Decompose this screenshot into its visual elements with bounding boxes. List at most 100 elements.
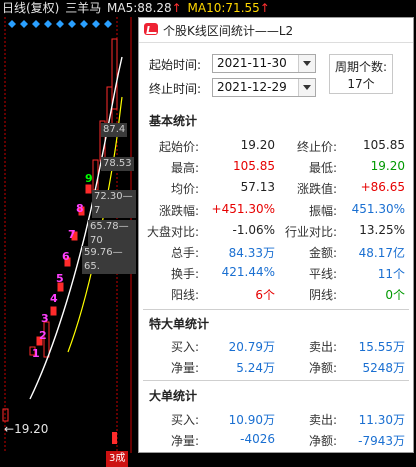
divider — [143, 380, 409, 381]
stat-label: 起始价: — [158, 140, 199, 154]
stat-label: 最低: — [308, 161, 337, 176]
basic-stats-title: 基本统计 — [149, 114, 198, 128]
stat-label: 总手: — [170, 246, 199, 260]
stat-label: 平线: — [308, 267, 337, 282]
day-number: 9 — [85, 172, 93, 185]
ma10-arrow: ↑ — [259, 1, 270, 15]
stat-value: 10.90万 — [228, 413, 275, 427]
event-marker[interactable] — [104, 20, 112, 28]
price-label: 78.53 — [101, 157, 134, 171]
stat-label: 涨跌值: — [296, 182, 337, 197]
end-date-select[interactable]: 2021-12-29 — [212, 78, 316, 97]
day-number: 6 — [62, 250, 70, 263]
dialog-title: 个股K线区间统计——L2 — [163, 24, 294, 38]
event-marker[interactable] — [80, 20, 88, 28]
kline-chart[interactable]: 1 2 3 4 5 6 7 8 9 87.4 78.53 72.30—7 65.… — [0, 17, 136, 467]
stat-value: 48.17亿 — [358, 246, 405, 260]
event-marker[interactable] — [44, 20, 52, 28]
day-number: 8 — [76, 202, 84, 215]
stat-label: 阳线: — [170, 288, 199, 303]
stat-value: 6个 — [255, 288, 275, 303]
day-number: 2 — [39, 329, 47, 342]
start-date-select[interactable]: 2021-11-30 — [212, 54, 316, 73]
stat-value: 451.30% — [351, 201, 405, 216]
candle[interactable] — [50, 306, 57, 316]
low-price-label: ←19.20 — [4, 422, 49, 436]
ma5-label: MA5: — [107, 1, 138, 15]
chevron-down-icon[interactable] — [298, 55, 315, 72]
stat-value: 19.20 — [370, 159, 405, 174]
stat-label: 卖出: — [308, 413, 337, 427]
chart-type-label[interactable]: 日线(复权) — [2, 1, 59, 15]
chevron-down-icon[interactable] — [298, 79, 315, 96]
stat-value: 19.20 — [240, 138, 275, 152]
day-number: 5 — [56, 272, 64, 285]
event-marker[interactable] — [92, 20, 100, 28]
stat-label: 净量: — [170, 434, 199, 448]
range-stats-dialog: 个股K线区间统计——L2 起始时间: 2021-11-30 终止时间: 2021… — [138, 17, 414, 453]
arrow-left-icon: ← — [4, 422, 15, 436]
stat-value: -1.06% — [232, 222, 275, 237]
stat-value: 15.55万 — [358, 340, 405, 354]
period-count-label: 周期个数: — [334, 60, 388, 74]
stat-label: 阴线: — [308, 288, 337, 303]
stat-value: 11个 — [377, 267, 405, 282]
stock-name: 三羊马 — [65, 1, 102, 15]
special-order-title: 特大单统计 — [149, 317, 210, 331]
stat-label: 均价: — [170, 182, 199, 197]
price-label: 72.30—7 — [92, 190, 136, 218]
price-label: 87.4 — [101, 123, 128, 137]
price-label: 59.76—65. — [82, 246, 136, 274]
stat-value: 105.85 — [233, 159, 275, 174]
large-order-title: 大单统计 — [149, 389, 198, 403]
stat-label: 净额: — [308, 434, 337, 448]
dialog-titlebar[interactable]: 个股K线区间统计——L2 — [139, 18, 413, 43]
end-time-label: 终止时间: — [149, 82, 202, 96]
candle[interactable] — [85, 184, 92, 194]
stat-label: 买入: — [170, 413, 199, 427]
stat-value: 5248万 — [362, 361, 405, 375]
ma10-value: 71.55 — [225, 1, 260, 15]
stat-label: 买入: — [170, 340, 199, 354]
ma10-label: MA10: — [187, 1, 226, 15]
start-time-label: 起始时间: — [149, 58, 202, 72]
ma5-arrow: ↑ — [171, 1, 182, 15]
stat-value: -4026 — [240, 432, 275, 446]
candle[interactable] — [112, 432, 117, 444]
stat-label: 卖出: — [308, 340, 337, 354]
stat-value: 57.13 — [240, 180, 275, 195]
stat-value: 5.24万 — [236, 361, 275, 375]
stat-value: -7943万 — [358, 434, 405, 448]
stat-value: 105.85 — [363, 138, 405, 152]
event-marker[interactable] — [8, 20, 16, 28]
stat-label: 涨跌幅: — [158, 203, 199, 218]
stat-label: 净额: — [308, 361, 337, 375]
stat-value: 84.33万 — [228, 246, 275, 260]
stat-value: 421.44% — [221, 265, 275, 280]
stat-value: 20.79万 — [228, 340, 275, 354]
event-marker[interactable] — [68, 20, 76, 28]
event-marker[interactable] — [32, 20, 40, 28]
ma5-value: 88.28 — [137, 1, 172, 15]
stat-value: 11.30万 — [358, 413, 405, 427]
day-number: 1 — [32, 347, 40, 360]
price-label: 65.78—70 — [88, 220, 136, 248]
stat-label: 换手: — [170, 267, 199, 282]
event-marker[interactable] — [56, 20, 64, 28]
bottom-tag[interactable]: 3成 — [106, 451, 129, 467]
stat-value: 0个 — [385, 288, 405, 303]
stat-label: 终止价: — [296, 140, 337, 154]
event-markers — [8, 20, 112, 28]
stat-label: 大盘对比: — [146, 224, 199, 239]
day-number: 3 — [41, 312, 49, 325]
stat-value: +86.65 — [360, 180, 405, 195]
period-count-box: 周期个数: 17个 — [329, 54, 393, 94]
stat-label: 振幅: — [308, 203, 337, 218]
chart-header: 日线(复权) 三羊马 MA5:88.28↑ MA10:71.55↑ — [0, 0, 416, 17]
stat-label: 净量: — [170, 361, 199, 375]
day-number: 4 — [50, 292, 58, 305]
app-logo-icon — [144, 23, 158, 35]
day-number: 7 — [68, 228, 76, 241]
event-marker[interactable] — [20, 20, 28, 28]
stat-label: 最高: — [170, 161, 199, 176]
